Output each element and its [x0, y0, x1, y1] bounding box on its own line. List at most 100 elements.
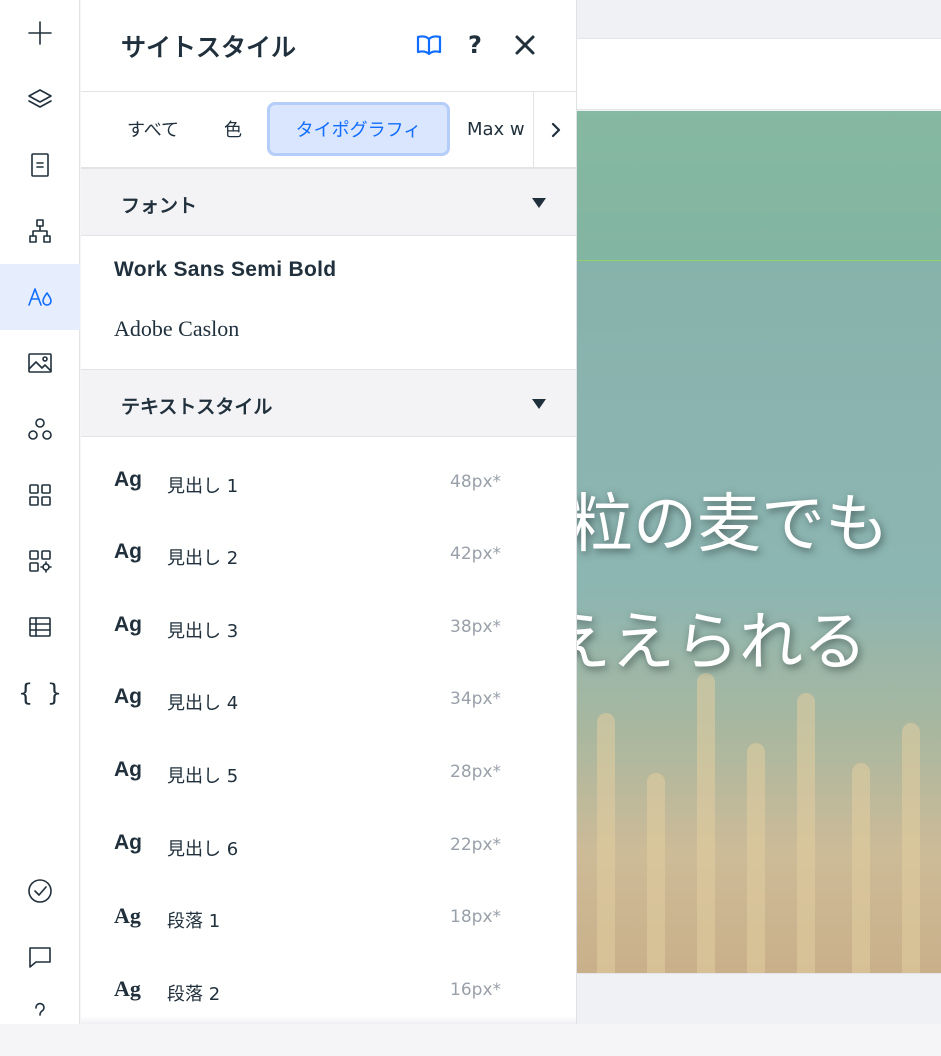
editor-canvas[interactable]: 粒の麦でも ええられる — [577, 0, 941, 1024]
font-item-adobe-caslon[interactable]: Adobe Caslon — [114, 316, 239, 342]
style-name: 見出し 6 — [167, 839, 239, 860]
style-size: 34px* — [450, 689, 501, 709]
chevron-right-icon — [551, 122, 560, 137]
style-preview: Ag — [114, 831, 142, 854]
help-button[interactable] — [0, 990, 80, 1056]
style-name: 見出し 4 — [167, 693, 239, 714]
style-preview: Ag — [114, 976, 141, 1001]
business-tools-icon — [29, 550, 52, 573]
style-size: 22px* — [450, 835, 501, 855]
hero-heading-line-1[interactable]: 粒の麦でも — [577, 473, 889, 565]
left-tool-rail: { } — [0, 0, 80, 1024]
style-name: 見出し 1 — [167, 476, 239, 497]
text-style-row[interactable]: Ag 見出し 3 38px* — [81, 597, 576, 657]
grass-shape — [797, 693, 815, 973]
grass-shape — [647, 773, 665, 973]
text-style-row[interactable]: Ag 段落 2 16px* — [81, 960, 576, 1020]
apps-network-icon — [28, 418, 52, 440]
text-style-row[interactable]: Ag 見出し 6 22px* — [81, 815, 576, 875]
text-styles-section-label: テキストスタイル — [121, 396, 273, 418]
grass-shape — [747, 743, 765, 973]
style-preview: Ag — [114, 685, 142, 708]
site-styles-icon — [28, 288, 52, 306]
hero-heading-line-2[interactable]: ええられる — [577, 591, 867, 683]
tab-max-width[interactable]: Max w — [467, 102, 533, 156]
style-size: 16px* — [450, 980, 501, 1000]
grass-shape — [852, 763, 870, 973]
caret-down-icon — [531, 396, 547, 410]
site-styles-panel: サイトスタイル ? すべて 色 タイポグラフィ Max w フォント Work … — [81, 0, 577, 1024]
style-preview: Ag — [114, 468, 142, 491]
site-check-button[interactable] — [0, 858, 80, 924]
caret-down-icon — [531, 195, 547, 209]
apps-network-button[interactable] — [0, 396, 80, 462]
close-icon — [515, 35, 535, 55]
tab-color[interactable]: 色 — [213, 102, 253, 156]
chat-button[interactable] — [0, 924, 80, 990]
text-style-row[interactable]: Ag 見出し 2 42px* — [81, 524, 576, 584]
text-style-row[interactable]: Ag 見出し 5 28px* — [81, 742, 576, 802]
business-tools-button[interactable] — [0, 528, 80, 594]
app-market-button[interactable] — [0, 462, 80, 528]
panel-title: サイトスタイル — [121, 33, 297, 62]
style-size: 38px* — [450, 617, 501, 637]
style-preview: Ag — [114, 613, 142, 636]
grass-shape — [597, 713, 615, 973]
style-preview: Ag — [114, 758, 142, 781]
style-size: 28px* — [450, 762, 501, 782]
text-style-row[interactable]: Ag 見出し 1 48px* — [81, 452, 576, 512]
style-name: 見出し 5 — [167, 766, 239, 787]
code-button[interactable]: { } — [0, 660, 80, 726]
pages-icon — [31, 153, 49, 177]
style-name: 段落 2 — [167, 984, 221, 1005]
text-style-row[interactable]: Ag 見出し 4 34px* — [81, 669, 576, 729]
code-braces-icon: { } — [18, 679, 62, 707]
media-button[interactable] — [0, 330, 80, 396]
panel-bottom-fade — [81, 1016, 576, 1024]
style-size: 48px* — [450, 472, 501, 492]
tabs-scroll-right-button[interactable] — [533, 92, 576, 167]
panel-help-button[interactable]: ? — [463, 30, 487, 60]
learn-more-button[interactable] — [415, 30, 443, 60]
style-preview: Ag — [114, 903, 141, 928]
pages-button[interactable] — [0, 132, 80, 198]
chat-icon — [29, 947, 51, 968]
panel-header: サイトスタイル ? — [81, 0, 576, 92]
grass-shape — [697, 673, 715, 973]
tab-typography[interactable]: タイポグラフィ — [267, 102, 450, 156]
canvas-bottom-strip — [577, 973, 941, 1024]
style-tabs: すべて 色 タイポグラフィ Max w — [81, 92, 576, 168]
font-item-work-sans[interactable]: Work Sans Semi Bold — [114, 258, 336, 282]
grass-shape — [902, 723, 920, 973]
cms-table-icon — [29, 617, 51, 637]
fonts-section-label: フォント — [121, 195, 198, 217]
media-icon — [28, 353, 52, 373]
hero-section[interactable]: 粒の麦でも ええられる — [577, 111, 941, 973]
panel-close-button[interactable] — [511, 30, 539, 60]
tab-all[interactable]: すべて — [113, 102, 193, 156]
style-preview: Ag — [114, 540, 142, 563]
site-header-strip[interactable] — [577, 38, 941, 110]
style-name: 見出し 2 — [167, 548, 239, 569]
style-name: 段落 1 — [167, 911, 221, 932]
layers-icon — [28, 89, 52, 108]
style-size: 42px* — [450, 544, 501, 564]
style-size: 18px* — [450, 907, 501, 927]
site-styles-button[interactable] — [0, 264, 80, 330]
add-elements-button[interactable] — [0, 0, 80, 66]
sitemap-button[interactable] — [0, 198, 80, 264]
sitemap-icon — [29, 219, 51, 243]
book-icon — [416, 35, 442, 56]
text-styles-section-header[interactable]: テキストスタイル — [81, 369, 576, 437]
site-check-icon — [28, 879, 52, 903]
cms-button[interactable] — [0, 594, 80, 660]
question-icon: ? — [468, 31, 482, 59]
hero-top-band — [577, 111, 941, 261]
app-market-icon — [29, 484, 51, 506]
text-style-row[interactable]: Ag 段落 1 18px* — [81, 887, 576, 947]
add-icon — [28, 21, 52, 45]
layers-button[interactable] — [0, 66, 80, 132]
help-icon — [35, 1002, 45, 1016]
style-name: 見出し 3 — [167, 621, 239, 642]
fonts-section-header[interactable]: フォント — [81, 168, 576, 236]
